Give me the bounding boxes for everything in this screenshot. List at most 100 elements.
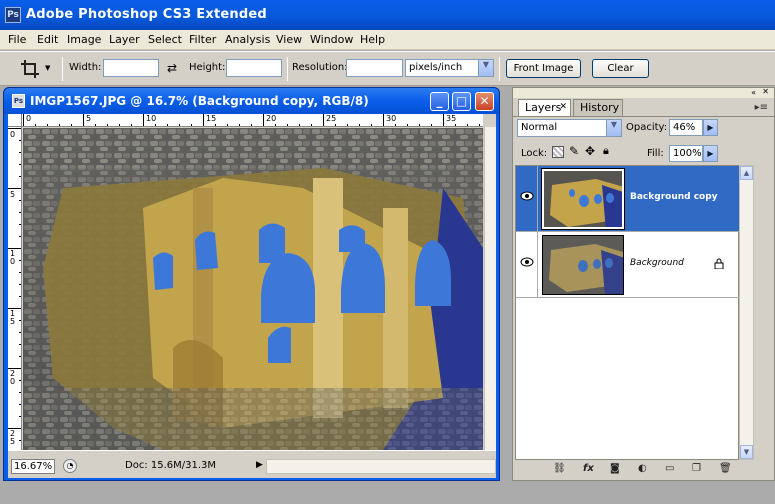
- document-window: Ps IMGP1567.JPG @ 16.7% (Background copy…: [3, 87, 500, 481]
- crop-tool-preset-picker[interactable]: ▼: [18, 58, 56, 80]
- minimize-button[interactable]: _: [430, 92, 449, 111]
- vertical-scrollbar[interactable]: [484, 127, 496, 450]
- visibility-toggle[interactable]: [516, 232, 538, 297]
- tab-label: History: [580, 101, 620, 114]
- panel-close-icon[interactable]: ✕: [762, 87, 769, 96]
- status-menu-arrow-icon[interactable]: ▶: [256, 460, 263, 470]
- layer-name: Background copy: [630, 192, 718, 202]
- photoshop-logo-icon: Ps: [5, 7, 21, 23]
- ruler-origin[interactable]: [8, 114, 22, 127]
- menu-file[interactable]: File: [8, 33, 26, 46]
- layer-row-background-copy[interactable]: Background copy: [516, 166, 740, 232]
- layer-row-background[interactable]: Background: [516, 232, 740, 298]
- fill-field[interactable]: 100%: [669, 145, 703, 162]
- opacity-label: Opacity:: [626, 122, 668, 133]
- ruler-label: 30: [386, 114, 397, 123]
- layer-thumbnail: [541, 168, 625, 230]
- link-icon[interactable]: ⛓: [553, 463, 566, 477]
- divider: [287, 57, 288, 81]
- eye-icon: [520, 257, 533, 267]
- new-layer-icon[interactable]: ❐: [692, 463, 701, 477]
- adjustment-icon[interactable]: ◐: [638, 463, 647, 477]
- document-title: IMGP1567.JPG @ 16.7% (Background copy, R…: [30, 94, 369, 108]
- lock-transparent-icon[interactable]: [552, 146, 564, 158]
- ruler-ticks: [8, 128, 21, 441]
- ruler-label: 2 0: [10, 369, 16, 386]
- image-canvas[interactable]: [23, 128, 483, 450]
- height-label: Height:: [189, 62, 226, 73]
- document-body: 0 5 10 15 20 25 30 35 0 5 1 0 1 5 2 0 2 …: [8, 114, 496, 478]
- panel-header-strip[interactable]: « ✕: [513, 87, 774, 98]
- scroll-up-icon[interactable]: ▲: [740, 166, 753, 180]
- maximize-button[interactable]: □: [452, 92, 471, 111]
- width-field[interactable]: [103, 59, 159, 77]
- trash-icon[interactable]: 🗑︎: [719, 463, 732, 477]
- vertical-ruler[interactable]: 0 5 1 0 1 5 2 0 2 5: [8, 127, 22, 450]
- height-field[interactable]: [226, 59, 282, 77]
- ruler-label: 0: [10, 130, 16, 139]
- chevron-down-icon: ▼: [606, 120, 621, 136]
- tab-close-icon[interactable]: ✕: [559, 100, 567, 115]
- scroll-down-icon[interactable]: ▼: [740, 445, 753, 459]
- document-title-bar[interactable]: Ps IMGP1567.JPG @ 16.7% (Background copy…: [4, 88, 499, 114]
- panel-menu-icon[interactable]: ▸≡: [755, 102, 768, 113]
- mask-icon[interactable]: ◙: [610, 463, 620, 477]
- front-image-button[interactable]: Front Image: [506, 59, 581, 78]
- resolution-field[interactable]: [346, 59, 403, 77]
- blend-mode-value: Normal: [521, 122, 558, 133]
- resolution-units-select[interactable]: pixels/inch ▼: [405, 59, 494, 77]
- menu-view[interactable]: View: [276, 33, 302, 46]
- fx-icon[interactable]: fx: [583, 463, 594, 477]
- lock-position-icon[interactable]: ✥: [585, 144, 595, 158]
- fill-slider-button[interactable]: ▶: [703, 145, 718, 162]
- swap-icon[interactable]: ⇄: [167, 61, 177, 75]
- ruler-label: 35: [446, 114, 457, 123]
- opacity-slider-button[interactable]: ▶: [703, 119, 718, 136]
- colosseum-reflection-photo: [23, 128, 483, 450]
- ruler-label: 10: [146, 114, 157, 123]
- menu-image[interactable]: Image: [67, 33, 101, 46]
- ruler-label: 2 5: [10, 429, 16, 446]
- eye-icon: [520, 191, 533, 201]
- divider: [62, 57, 63, 81]
- ruler-label: 15: [206, 114, 217, 123]
- ruler-label: 20: [266, 114, 277, 123]
- layers-scrollbar[interactable]: ▲ ▼: [739, 165, 754, 460]
- lock-image-pixels-icon[interactable]: ✎: [569, 144, 579, 158]
- crop-icon: [21, 60, 39, 78]
- close-button[interactable]: ✕: [475, 92, 494, 111]
- ruler-label: 5: [10, 190, 16, 199]
- menu-help[interactable]: Help: [360, 33, 385, 46]
- chevron-down-icon: ▼: [478, 60, 493, 76]
- menu-layer[interactable]: Layer: [109, 33, 140, 46]
- ruler-label: 1 0: [10, 249, 16, 266]
- horizontal-scrollbar[interactable]: [266, 459, 496, 474]
- ruler-label: 1 5: [10, 309, 16, 326]
- blend-mode-select[interactable]: Normal ▼: [517, 119, 622, 137]
- lock-all-icon[interactable]: 🔒︎: [603, 144, 609, 158]
- tab-history[interactable]: History: [573, 99, 623, 116]
- horizontal-ruler[interactable]: 0 5 10 15 20 25 30 35: [22, 114, 483, 127]
- zoom-field[interactable]: 16.67%: [11, 459, 55, 474]
- menu-window[interactable]: Window: [310, 33, 353, 46]
- layer-thumbnail: [542, 235, 624, 295]
- tab-layers[interactable]: Layers ✕: [518, 99, 571, 116]
- app-title: Adobe Photoshop CS3 Extended: [26, 7, 267, 22]
- fill-label: Fill:: [647, 148, 664, 159]
- menu-filter[interactable]: Filter: [189, 33, 216, 46]
- status-options-icon[interactable]: ◔: [63, 459, 77, 473]
- ruler-label: 5: [86, 114, 92, 123]
- minimize-icon: _: [436, 94, 443, 108]
- document-icon: Ps: [12, 94, 25, 108]
- menu-edit[interactable]: Edit: [37, 33, 58, 46]
- group-folder-icon[interactable]: ▭: [665, 463, 674, 477]
- collapse-icon[interactable]: «: [751, 88, 756, 97]
- opacity-field[interactable]: 46%: [669, 119, 703, 136]
- chevron-down-icon: ▼: [45, 64, 51, 72]
- visibility-toggle[interactable]: [516, 166, 538, 231]
- menu-analysis[interactable]: Analysis: [225, 33, 270, 46]
- clear-button[interactable]: Clear: [592, 59, 649, 78]
- resolution-label: Resolution:: [292, 62, 348, 73]
- ruler-label: 25: [326, 114, 337, 123]
- menu-select[interactable]: Select: [148, 33, 182, 46]
